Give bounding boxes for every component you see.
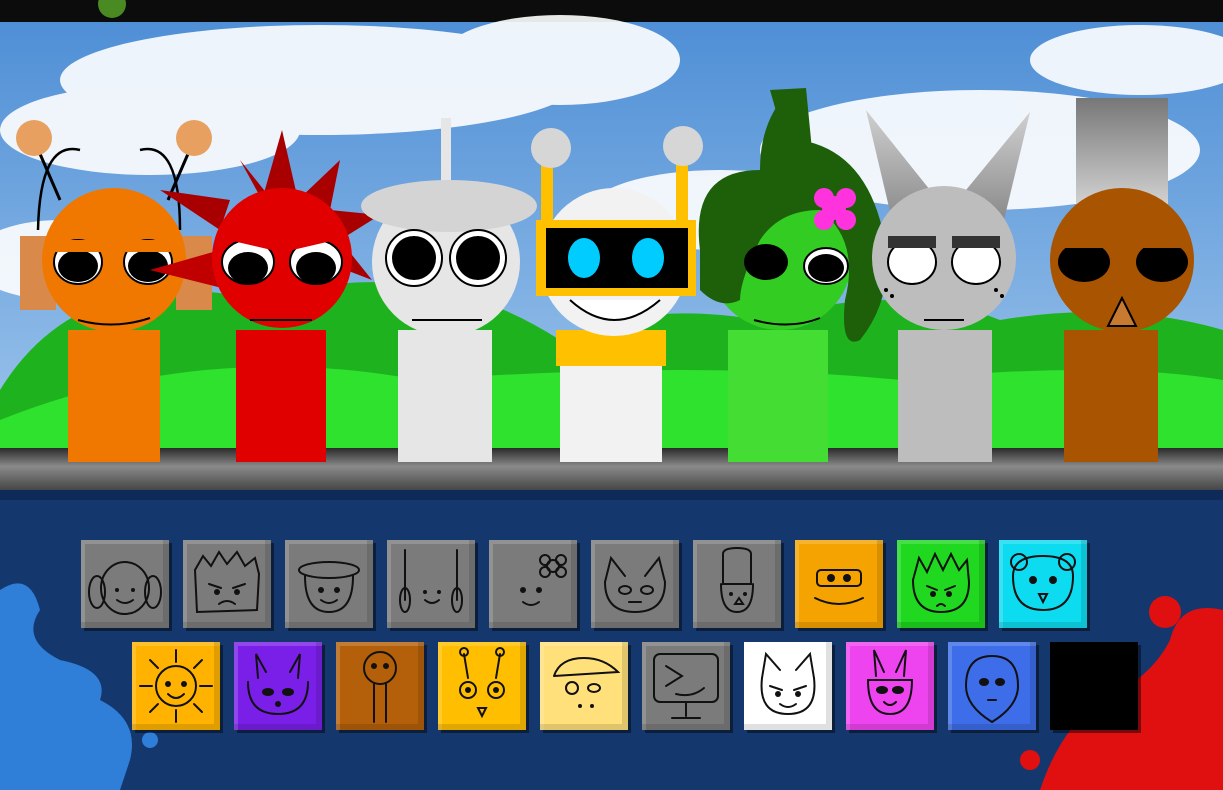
palette-tile-bear[interactable] [999,540,1087,628]
palette-tile-headphones[interactable] [81,540,169,628]
palette-tile-antenna-sticks[interactable] [387,540,475,628]
palette-tile-monitor[interactable] [642,642,730,730]
palette-panel [0,490,1223,790]
palette-tile-stick[interactable] [336,642,424,730]
palette-tile-flower[interactable] [489,540,577,628]
palette-tile-sun[interactable] [132,642,220,730]
palette-tile-white-cat[interactable] [744,642,832,730]
palette-tile-flat-hat[interactable] [285,540,373,628]
palette-tile-spiky[interactable] [183,540,271,628]
palette-tile-robot-visor[interactable] [795,540,883,628]
palette-tile-cat[interactable] [591,540,679,628]
palette-tile-pink-bunny[interactable] [846,642,934,730]
game-stage [0,0,1223,790]
palette-tile-empty[interactable] [1050,642,1138,730]
palette-tile-blue-drop[interactable] [948,642,1036,730]
palette-tile-cap[interactable] [540,642,628,730]
palette-tile-bug[interactable] [438,642,526,730]
palette-tile-green-spiky[interactable] [897,540,985,628]
palette-tile-tall-hat[interactable] [693,540,781,628]
palette-tile-bunny[interactable] [234,642,322,730]
